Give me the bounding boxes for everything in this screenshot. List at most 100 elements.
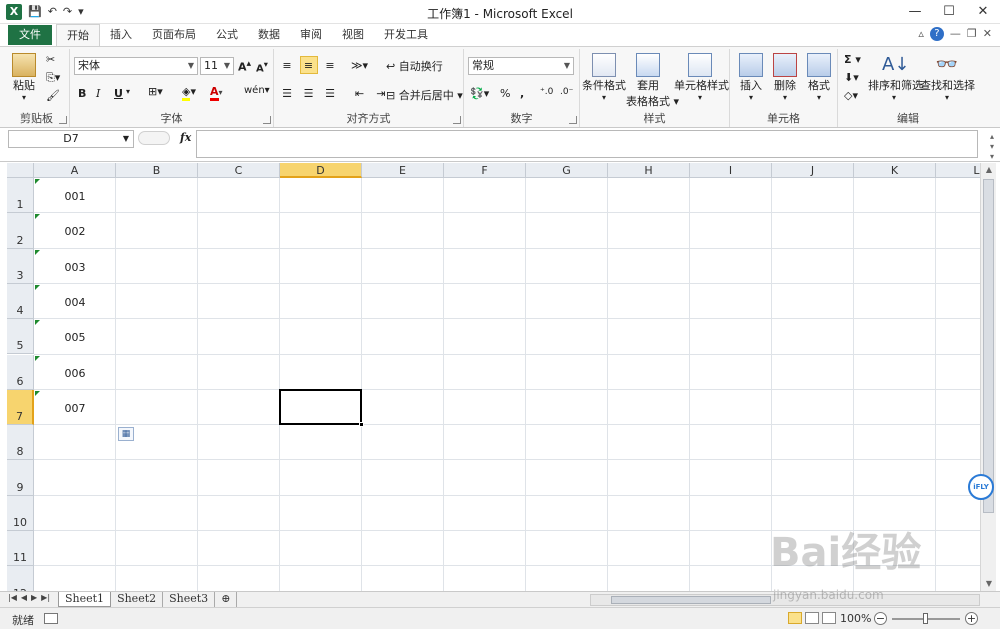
underline-button[interactable]: U [114, 87, 123, 100]
prev-sheet-icon[interactable]: ◀ [21, 593, 27, 602]
format-as-table-button[interactable]: 套用 表格格式 ▾ [626, 53, 679, 109]
decrease-indent-icon[interactable]: ⇤ [351, 85, 369, 103]
row-header-12[interactable]: 12 [7, 566, 34, 591]
ifly-icon[interactable]: iFLY [968, 474, 994, 500]
name-box[interactable]: D7 ▼ [8, 130, 134, 148]
row-header-7[interactable]: 7 [7, 389, 34, 426]
formula-bar-expand-icon[interactable]: ▴ ▾ ▾ [990, 132, 994, 162]
row-header-4[interactable]: 4 [7, 283, 34, 320]
row-header-10[interactable]: 10 [7, 495, 34, 531]
number-as-text-indicator-icon[interactable] [35, 320, 40, 326]
row-header-1[interactable]: 1 [7, 178, 34, 214]
alignment-launcher-icon[interactable] [453, 116, 461, 124]
fill-color-icon[interactable]: ◈▾ [182, 85, 196, 101]
sheet-tab-sheet3[interactable]: Sheet3 [163, 592, 216, 607]
cell-a5[interactable]: 005 [34, 331, 116, 344]
first-sheet-icon[interactable]: |◀ [8, 593, 17, 602]
number-as-text-indicator-icon[interactable] [35, 284, 40, 290]
tab-review[interactable]: 审阅 [290, 24, 332, 46]
row-header-3[interactable]: 3 [7, 248, 34, 284]
macro-record-icon[interactable] [44, 613, 58, 624]
tab-insert[interactable]: 插入 [100, 24, 142, 46]
tab-home[interactable]: 开始 [56, 24, 100, 46]
cell-styles-button[interactable]: 单元格样式 ▾ [674, 53, 729, 102]
maximize-button[interactable]: ☐ [932, 0, 966, 24]
sheet-tab-sheet1[interactable]: Sheet1 [58, 592, 112, 607]
sort-filter-button[interactable]: A↓ 排序和筛选 ▾ [868, 53, 923, 102]
page-break-view-icon[interactable] [822, 612, 836, 624]
align-top-icon[interactable]: ≡ [278, 57, 296, 75]
orientation-icon[interactable]: ≫▾ [351, 57, 369, 75]
cell-a2[interactable]: 002 [34, 225, 116, 238]
number-as-text-indicator-icon[interactable] [35, 214, 40, 220]
find-select-button[interactable]: 👓 查找和选择 ▾ [920, 53, 975, 102]
column-header-g[interactable]: G [526, 163, 608, 178]
cell-a1[interactable]: 001 [34, 190, 116, 203]
doc-restore-icon[interactable]: ❐ [967, 27, 977, 41]
row-header-9[interactable]: 9 [7, 460, 34, 496]
insert-sheet-icon[interactable]: ⊕ [215, 592, 238, 607]
auto-fill-options-icon[interactable]: ▦ [118, 427, 134, 442]
font-color-button[interactable]: A▾ [210, 85, 223, 101]
merge-center-button[interactable]: ⊟ 合并后居中 ▾ [386, 87, 463, 103]
doc-close-icon[interactable]: ✕ [983, 27, 992, 41]
column-header-i[interactable]: I [690, 163, 772, 178]
row-header-8[interactable]: 8 [7, 425, 34, 461]
copy-icon[interactable]: ⎘▾ [46, 71, 60, 85]
format-painter-icon[interactable]: 🖌 [46, 89, 60, 102]
column-header-c[interactable]: C [198, 163, 280, 178]
normal-view-icon[interactable] [788, 612, 802, 624]
row-header-11[interactable]: 11 [7, 531, 34, 567]
borders-icon[interactable]: ⊞▾ [148, 85, 163, 98]
zoom-slider-thumb[interactable] [923, 613, 928, 624]
page-layout-view-icon[interactable] [805, 612, 819, 624]
bold-button[interactable]: B [78, 87, 86, 100]
column-header-k[interactable]: K [854, 163, 936, 178]
conditional-format-button[interactable]: 条件格式 ▾ [582, 53, 626, 102]
column-header-l[interactable]: L [936, 163, 980, 178]
row-header-2[interactable]: 2 [7, 213, 34, 249]
number-as-text-indicator-icon[interactable] [35, 179, 40, 184]
vertical-scrollbar[interactable]: ▲ ▼ [980, 163, 996, 591]
align-left-icon[interactable]: ☰ [278, 85, 296, 103]
formula-input[interactable] [196, 130, 978, 158]
align-right-icon[interactable]: ☰ [321, 85, 339, 103]
tab-view[interactable]: 视图 [332, 24, 374, 46]
column-header-h[interactable]: H [608, 163, 690, 178]
font-size-combo[interactable]: 11 ▼ [200, 57, 234, 75]
formula-bar-splitter[interactable] [138, 131, 170, 145]
cut-icon[interactable]: ✂ [46, 53, 55, 66]
fill-handle[interactable] [359, 422, 364, 428]
horizontal-scroll-thumb[interactable] [611, 596, 771, 604]
minimize-button[interactable]: — [898, 0, 932, 24]
zoom-out-icon[interactable]: − [874, 612, 887, 625]
italic-button[interactable]: I [96, 87, 100, 100]
fill-icon[interactable]: ⬇▾ [844, 71, 859, 84]
zoom-level[interactable]: 100% [840, 612, 871, 625]
decrease-decimal-icon[interactable]: .0⁻ [560, 87, 573, 97]
tab-formulas[interactable]: 公式 [206, 24, 248, 46]
column-header-f[interactable]: F [444, 163, 526, 178]
column-header-e[interactable]: E [362, 163, 444, 178]
increase-decimal-icon[interactable]: ⁺.0 [540, 87, 553, 97]
font-name-combo[interactable]: 宋体 ▼ [74, 57, 198, 75]
tab-page-layout[interactable]: 页面布局 [142, 24, 206, 46]
align-center-icon[interactable]: ☰ [300, 85, 318, 103]
zoom-in-icon[interactable]: + [965, 612, 978, 625]
scroll-up-icon[interactable]: ▲ [981, 163, 997, 177]
close-button[interactable]: ✕ [966, 0, 1000, 24]
delete-cells-button[interactable]: 删除 ▾ [770, 53, 800, 102]
number-as-text-indicator-icon[interactable] [35, 249, 40, 255]
chevron-down-icon[interactable]: ▾ [126, 87, 130, 96]
format-cells-button[interactable]: 格式 ▾ [804, 53, 834, 102]
selected-cell[interactable] [279, 388, 362, 426]
clear-icon[interactable]: ◇▾ [844, 89, 858, 102]
number-launcher-icon[interactable] [569, 116, 577, 124]
next-sheet-icon[interactable]: ▶ [31, 593, 37, 602]
vertical-scroll-thumb[interactable] [983, 179, 994, 513]
collapse-ribbon-icon[interactable]: ▵ [918, 27, 924, 41]
column-header-b[interactable]: B [116, 163, 198, 178]
select-all-corner[interactable] [7, 163, 34, 178]
tab-file[interactable]: 文件 [8, 25, 52, 45]
sheet-tab-sheet2[interactable]: Sheet2 [111, 592, 164, 607]
